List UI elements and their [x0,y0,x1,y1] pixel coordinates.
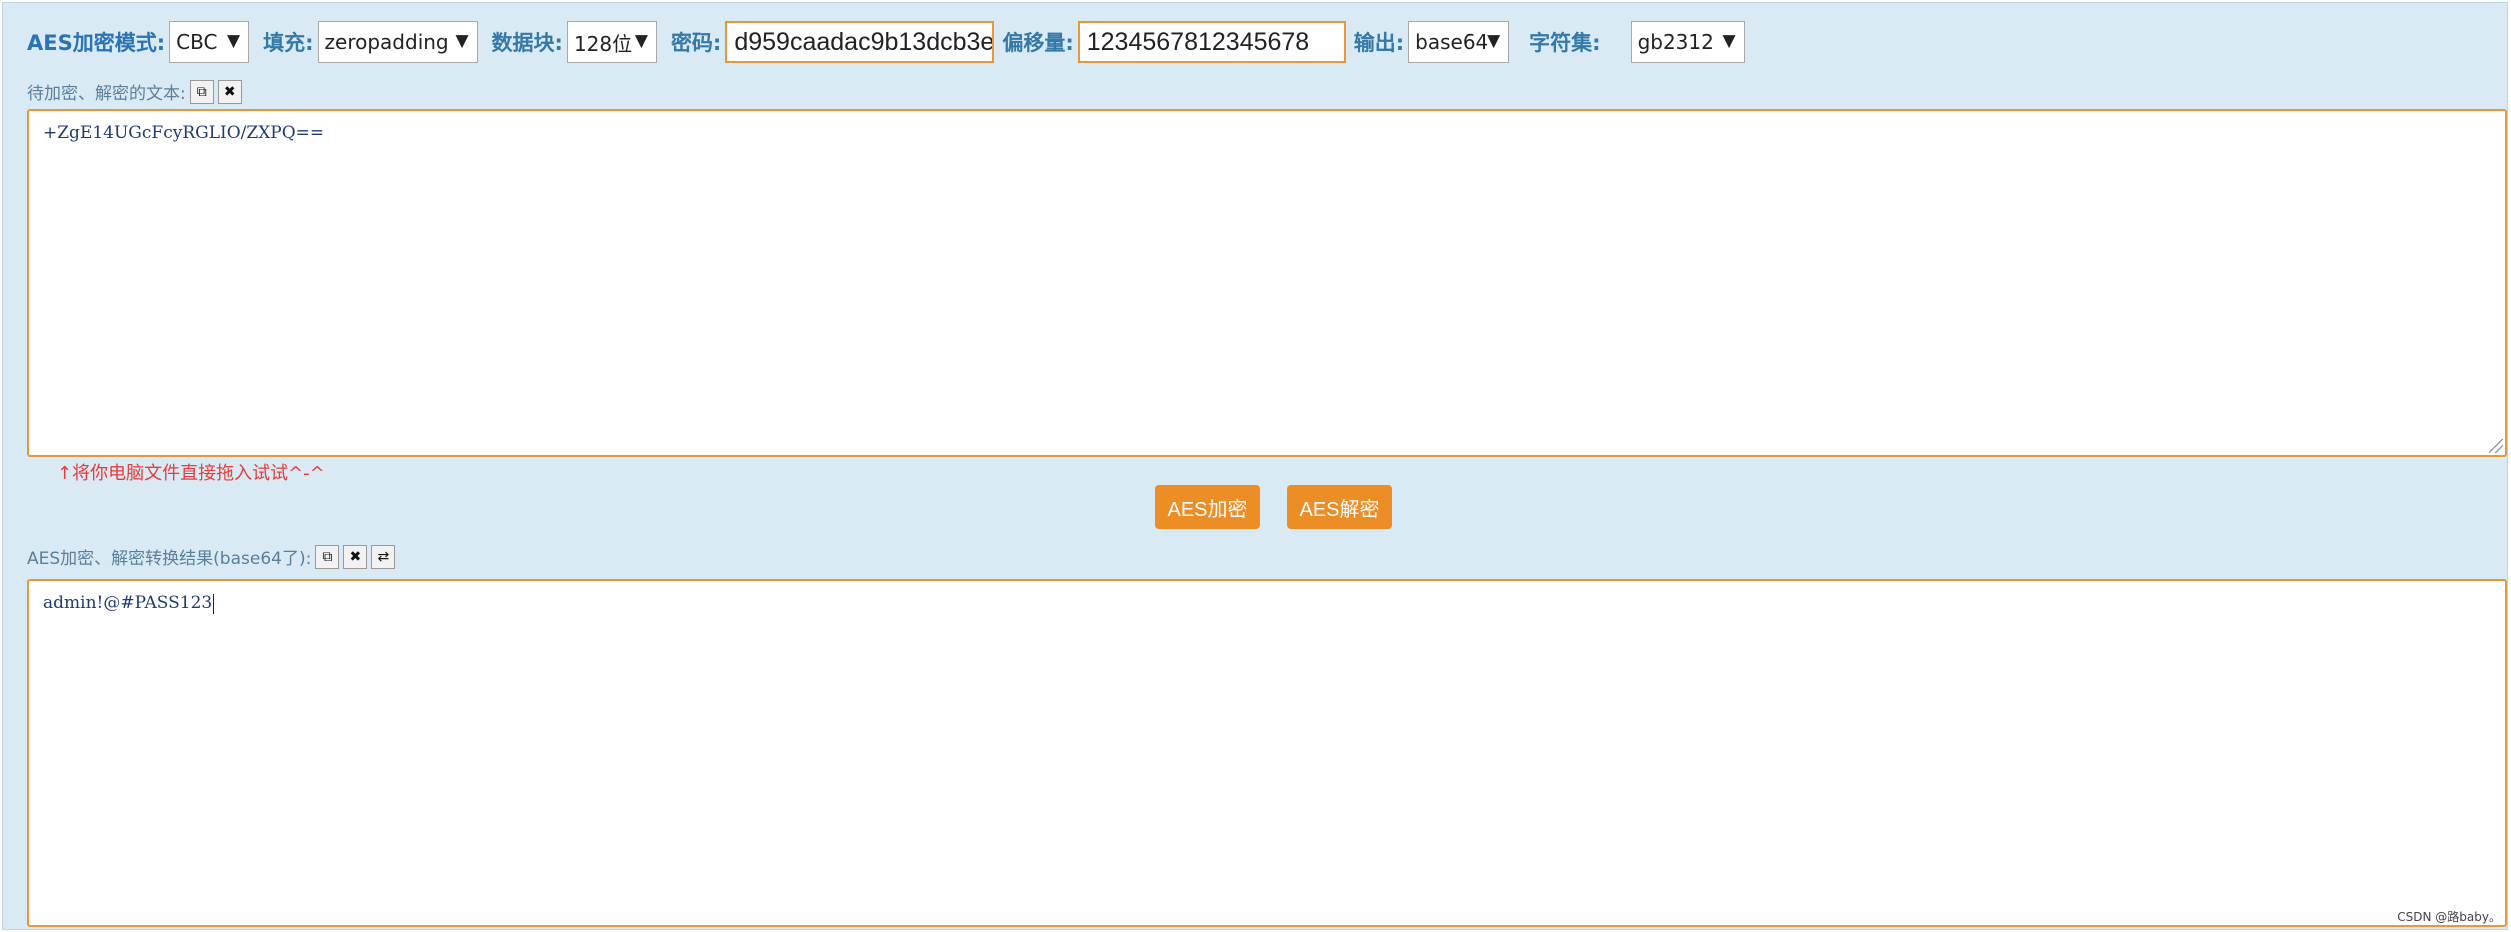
dropdown-arrow-icon: ▼ [455,31,469,51]
output-format-select[interactable]: base64 ▼ [1408,21,1510,63]
dropdown-arrow-icon: ▼ [227,31,241,51]
watermark: CSDN @路baby。 [2397,910,2501,924]
block-label: 数据块: [491,31,563,55]
resize-handle[interactable] [2489,439,2503,453]
iv-label: 偏移量: [1002,31,1074,55]
mode-select[interactable]: CBC ▼ [169,21,250,63]
output-caption-row: AES加密、解密转换结果(base64了): ⧉ ✖ ⇄ [27,544,396,569]
mode-label: AES加密模式: [27,31,166,55]
copy-icon[interactable]: ⧉ [189,79,214,104]
input-caption-row: 待加密、解密的文本: ⧉ ✖ [27,79,242,104]
iv-input[interactable]: 1234567812345678 [1077,21,1346,63]
input-caption: 待加密、解密的文本: [27,84,186,104]
aes-encrypt-button[interactable]: AES加密 [1155,485,1260,529]
padding-select[interactable]: zeropadding ▼ [317,21,478,63]
input-textarea[interactable]: +ZgE14UGcFcyRGLIO/ZXPQ== [27,109,2507,457]
charset-label: 字符集: [1529,31,1601,55]
password-label: 密码: [670,31,722,55]
aes-decrypt-button[interactable]: AES解密 [1287,485,1392,529]
output-text: admin!@#PASS123 [43,593,213,613]
aes-tool-panel: AES加密模式: CBC ▼ 填充: zeropadding ▼ 数据块: 12… [2,2,2508,930]
copy-icon[interactable]: ⧉ [315,544,340,569]
padding-label: 填充: [263,31,314,55]
dropdown-arrow-icon: ▼ [634,31,648,51]
output-label: 输出: [1353,31,1405,55]
charset-select[interactable]: gb2312 ▼ [1630,21,1745,63]
drag-hint: ↑将你电脑文件直接拖入试试^-^ [57,463,325,484]
block-size-select[interactable]: 128位 ▼ [566,21,657,63]
text-caret [213,593,215,614]
output-caption: AES加密、解密转换结果(base64了): [27,549,312,569]
swap-icon[interactable]: ⇄ [371,544,396,569]
close-icon[interactable]: ✖ [217,79,242,104]
dropdown-arrow-icon: ▼ [1722,31,1736,51]
output-textarea[interactable]: admin!@#PASS123 [27,579,2507,927]
password-input[interactable]: d959caadac9b13dcb3e [725,21,995,63]
settings-toolbar: AES加密模式: CBC ▼ 填充: zeropadding ▼ 数据块: 12… [27,17,1759,67]
input-text: +ZgE14UGcFcyRGLIO/ZXPQ== [43,123,325,143]
close-icon[interactable]: ✖ [343,544,368,569]
dropdown-arrow-icon: ▼ [1487,31,1501,51]
